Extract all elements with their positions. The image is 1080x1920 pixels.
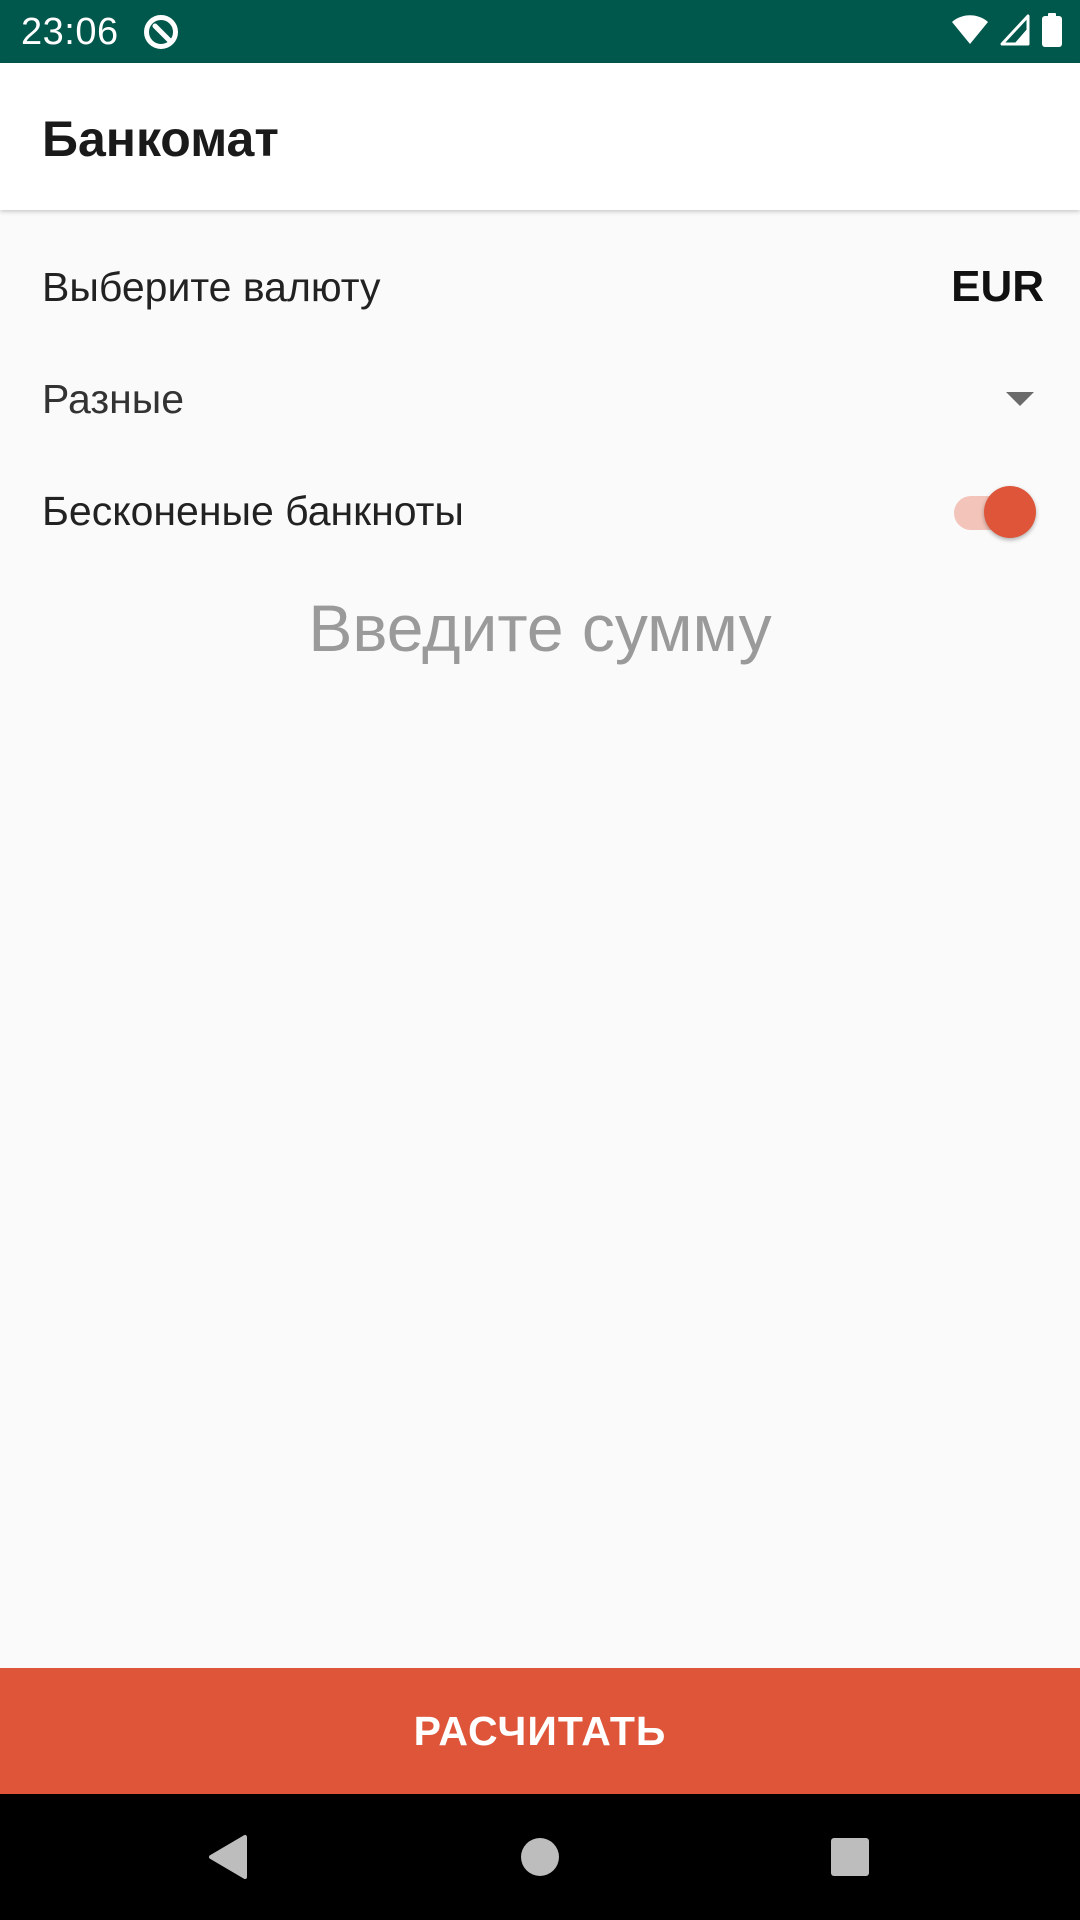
- home-icon[interactable]: [500, 1822, 580, 1892]
- currency-row[interactable]: Выберите валюту EUR: [42, 252, 1044, 322]
- battery-icon: [1042, 12, 1062, 52]
- signal-icon: [1000, 14, 1030, 51]
- page-title: Банкомат: [42, 111, 279, 167]
- back-icon[interactable]: [187, 1822, 267, 1892]
- switch-thumb: [984, 486, 1036, 538]
- amount-input[interactable]: [40, 583, 1040, 673]
- infinite-banknotes-label: Бесконеные банкноты: [42, 487, 464, 534]
- status-bar: 23:06: [0, 0, 1080, 63]
- infinite-banknotes-switch[interactable]: [950, 484, 1036, 538]
- app-bar: Банкомат: [0, 63, 1080, 210]
- wifi-icon: [952, 14, 988, 50]
- currency-value[interactable]: EUR: [951, 262, 1044, 312]
- calculate-button[interactable]: РАСЧИТАТЬ: [0, 1668, 1080, 1794]
- spinner-selected-value: Разные: [42, 375, 185, 422]
- banknote-type-spinner[interactable]: Разные: [42, 364, 1038, 434]
- status-time: 23:06: [21, 11, 119, 53]
- infinite-banknotes-row: Бесконеные банкноты: [42, 476, 1038, 546]
- dropdown-arrow-icon: [1006, 392, 1034, 406]
- currency-label: Выберите валюту: [42, 263, 381, 310]
- recents-icon[interactable]: [810, 1822, 890, 1892]
- navigation-bar: [0, 1794, 1080, 1920]
- screen: 23:06 Банкомат Выберите валюту EUR Разны…: [0, 0, 1080, 1920]
- q-notification-icon: [142, 13, 180, 51]
- status-icons: [952, 12, 1062, 52]
